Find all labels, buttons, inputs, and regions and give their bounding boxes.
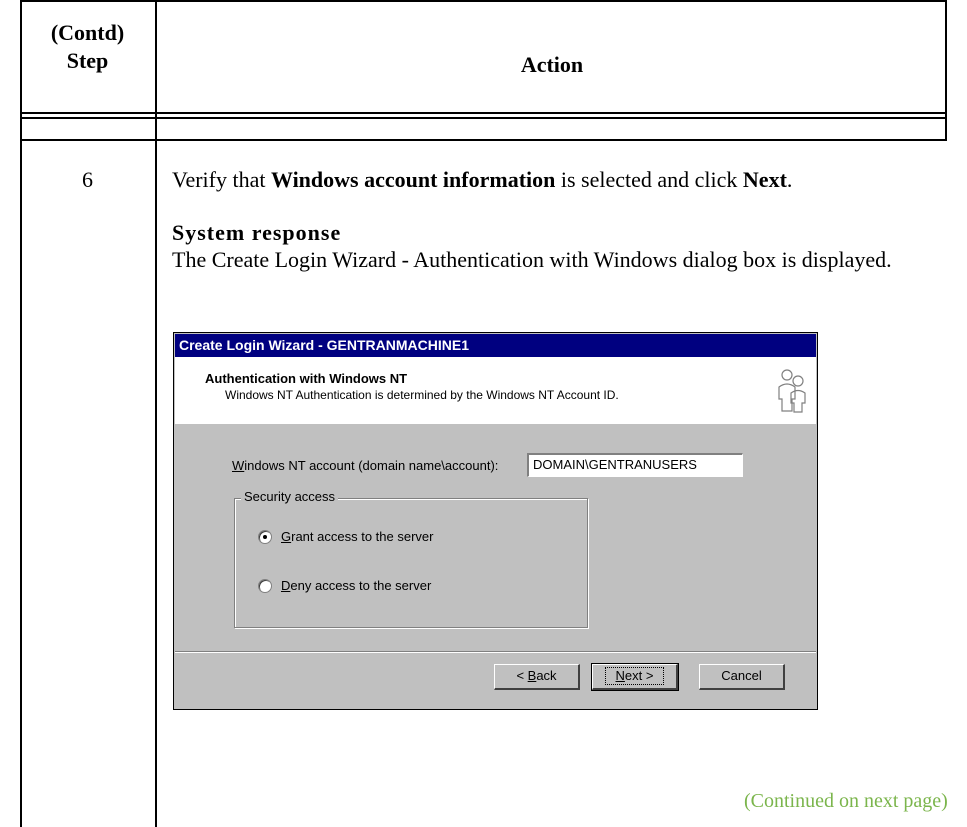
next-text: ext > — [624, 668, 654, 683]
back-button[interactable]: < Back — [494, 664, 580, 690]
account-label-text: indows NT account (domain name\account): — [244, 458, 499, 473]
next-button[interactable]: Next > — [591, 663, 679, 691]
account-input[interactable]: DOMAIN\GENTRANUSERS — [527, 453, 743, 477]
cancel-button[interactable]: Cancel — [699, 664, 785, 690]
table-left-border — [20, 0, 22, 827]
grant-access-radio[interactable]: Grant access to the server — [258, 529, 433, 544]
button-separator — [175, 651, 816, 653]
account-label: Windows NT account (domain name\account)… — [232, 458, 498, 473]
grant-access-label: Grant access to the server — [281, 529, 433, 544]
header-step: (Contd) Step — [20, 19, 155, 75]
next-focus-rect: Next > — [604, 667, 665, 685]
security-access-title: Security access — [241, 489, 339, 504]
deny-mnemonic: D — [281, 578, 291, 593]
security-access-group — [234, 498, 588, 628]
table-top-border — [20, 0, 947, 2]
instruction-option-name: Windows account information — [270, 167, 556, 192]
wizard-header-title: Authentication with Windows NT — [205, 371, 408, 386]
header-step-contd: (Contd) — [50, 20, 125, 45]
grant-mnemonic: G — [281, 529, 292, 544]
create-login-wizard-dialog: Create Login Wizard - GENTRANMACHINE1 Au… — [173, 332, 818, 710]
table-column-divider — [155, 0, 157, 827]
header-action: Action — [520, 52, 584, 77]
table-header-divider — [20, 112, 947, 114]
table-header-divider-2 — [20, 117, 947, 119]
dialog-titlebar[interactable]: Create Login Wizard - GENTRANMACHINE1 — [175, 334, 816, 357]
instruction-text: Verify that Windows account information … — [172, 166, 792, 194]
next-mnemonic: N — [615, 668, 625, 683]
users-icon — [778, 369, 806, 413]
radio-selected-icon — [258, 529, 272, 544]
continued-note: (Continued on next page) — [744, 790, 948, 812]
deny-access-label: Deny access to the server — [281, 578, 431, 593]
system-response-body: The Create Login Wizard - Authentication… — [172, 247, 892, 272]
back-prefix: < — [516, 668, 528, 683]
instruction-pre: Verify that — [172, 167, 271, 192]
header-step-label: Step — [66, 48, 109, 73]
table-row-divider — [20, 139, 947, 141]
wizard-header-subtitle: Windows NT Authentication is determined … — [225, 388, 619, 402]
radio-unselected-icon — [258, 578, 272, 593]
wizard-header-separator — [175, 423, 816, 424]
instruction-button-name: Next — [742, 167, 787, 192]
grant-text: rant access to the server — [291, 529, 434, 544]
system-response-heading: System response — [172, 220, 342, 245]
back-text: ack — [536, 668, 557, 683]
step-number: 6 — [82, 167, 93, 192]
deny-access-radio[interactable]: Deny access to the server — [258, 578, 431, 593]
wizard-header: Authentication with Windows NT Windows N… — [175, 357, 816, 424]
instruction-mid: is selected and click — [555, 167, 743, 192]
deny-text: eny access to the server — [290, 578, 432, 593]
instruction-post: . — [786, 167, 793, 192]
account-label-mnemonic: W — [232, 458, 245, 473]
